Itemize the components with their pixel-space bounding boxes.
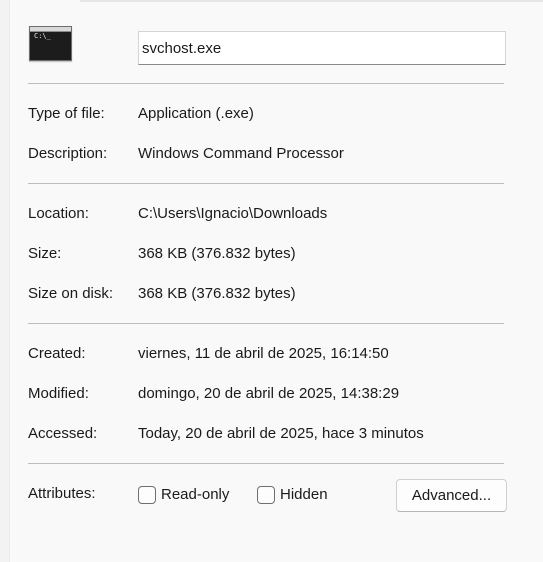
size-on-disk-value: 368 KB (376.832 bytes) bbox=[138, 285, 296, 302]
size-label: Size: bbox=[28, 245, 62, 262]
description-value: Windows Command Processor bbox=[138, 145, 344, 162]
divider bbox=[28, 463, 504, 464]
divider bbox=[28, 183, 504, 184]
divider bbox=[28, 83, 504, 84]
hidden-checkbox[interactable] bbox=[257, 486, 275, 504]
size-on-disk-label: Size on disk: bbox=[28, 285, 114, 302]
hidden-label: Hidden bbox=[280, 486, 328, 503]
hidden-option[interactable]: Hidden bbox=[257, 485, 328, 505]
command-prompt-icon: C:\_ bbox=[29, 26, 72, 61]
description-label: Description: bbox=[28, 145, 108, 162]
type-of-file-label: Type of file: bbox=[28, 105, 105, 122]
created-label: Created: bbox=[28, 345, 86, 362]
size-value: 368 KB (376.832 bytes) bbox=[138, 245, 296, 262]
modified-value: domingo, 20 de abril de 2025, 14:38:29 bbox=[138, 385, 400, 402]
icon-prompt-text: C:\_ bbox=[34, 32, 51, 40]
read-only-label: Read-only bbox=[161, 486, 230, 503]
location-value: C:\Users\Ignacio\Downloads bbox=[138, 205, 328, 222]
modified-label: Modified: bbox=[28, 385, 89, 402]
file-name-input[interactable] bbox=[138, 31, 506, 65]
accessed-label: Accessed: bbox=[28, 425, 98, 442]
tab-strip-edge bbox=[80, 0, 543, 2]
read-only-option[interactable]: Read-only bbox=[138, 485, 229, 505]
location-label: Location: bbox=[28, 205, 89, 222]
advanced-button[interactable]: Advanced... bbox=[396, 479, 507, 512]
divider bbox=[28, 323, 504, 324]
properties-panel bbox=[9, 0, 543, 562]
created-value: viernes, 11 de abril de 2025, 16:14:50 bbox=[138, 345, 389, 362]
read-only-checkbox[interactable] bbox=[138, 486, 156, 504]
type-of-file-value: Application (.exe) bbox=[138, 105, 254, 122]
accessed-value: Today, 20 de abril de 2025, hace 3 minut… bbox=[138, 425, 424, 442]
attributes-label: Attributes: bbox=[28, 485, 96, 502]
